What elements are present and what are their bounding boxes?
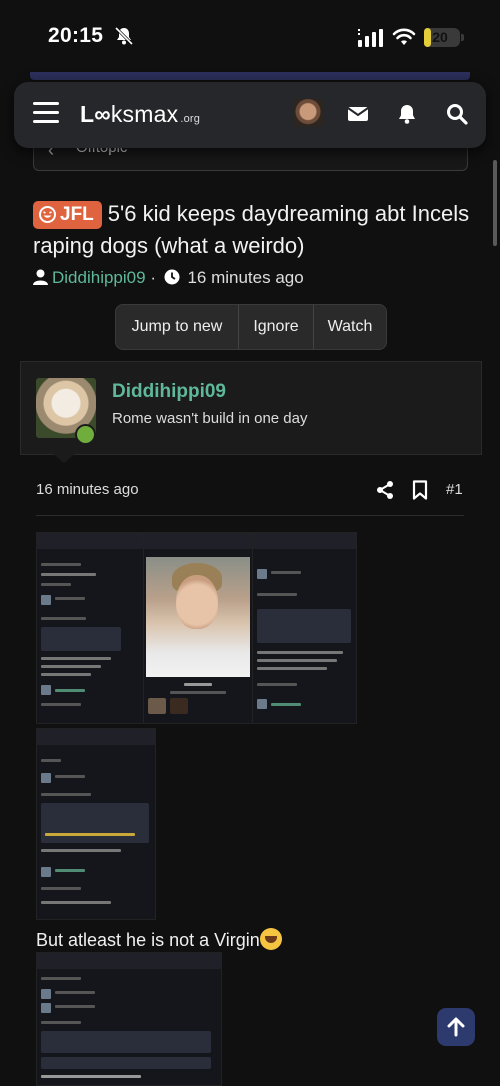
site-logo[interactable]: L∞ksmax .org <box>80 101 200 128</box>
clock-icon <box>164 269 180 285</box>
wifi-icon <box>392 28 416 45</box>
battery-nub <box>461 34 464 41</box>
post-header-notch <box>52 453 76 463</box>
post-user-title: Rome wasn't build in one day <box>112 410 308 427</box>
bookmark-icon[interactable] <box>412 480 428 500</box>
user-avatar[interactable] <box>293 99 323 127</box>
bell-muted-icon <box>114 26 134 46</box>
attachment-screenshot-2[interactable] <box>143 532 253 724</box>
status-bar: 20:15 20 <box>0 0 500 72</box>
thread-meta: Diddihippi09 · 16 minutes ago <box>33 268 304 288</box>
post-divider <box>36 515 464 516</box>
search-icon[interactable] <box>445 102 469 126</box>
post-username[interactable]: Diddihippi09 <box>112 381 226 403</box>
post-time[interactable]: 16 minutes ago <box>36 481 139 498</box>
online-indicator <box>75 424 96 445</box>
arrow-up-icon <box>447 1017 465 1037</box>
laugh-icon <box>39 206 56 223</box>
jump-to-new-button[interactable]: Jump to new <box>116 305 239 349</box>
thread-title: JFL 5'6 kid keeps daydreaming abt Incels … <box>33 198 473 262</box>
bell-icon[interactable] <box>395 102 419 126</box>
attachment-screenshot-5[interactable] <box>36 952 222 1086</box>
thread-time[interactable]: 16 minutes ago <box>187 268 303 287</box>
header-strip <box>30 72 470 80</box>
ignore-button[interactable]: Ignore <box>239 305 314 349</box>
thread-actions: Jump to new Ignore Watch <box>115 304 387 350</box>
meta-separator: · <box>150 268 156 287</box>
attachment-screenshot-3[interactable] <box>252 532 357 724</box>
scrollbar[interactable] <box>493 160 497 246</box>
post-number[interactable]: #1 <box>446 481 463 498</box>
thread-author[interactable]: Diddihippi09 <box>52 268 146 287</box>
attachment-screenshot-4[interactable] <box>36 728 156 920</box>
battery-indicator: 20 <box>424 28 460 47</box>
laughing-crying-emoji-icon <box>259 928 282 950</box>
prefix-badge[interactable]: JFL <box>33 201 102 229</box>
post-caption: But atleast he is not a Virgin <box>36 928 282 951</box>
signal-icon <box>358 29 383 47</box>
menu-icon[interactable] <box>33 102 59 124</box>
scroll-to-top-button[interactable] <box>437 1008 475 1046</box>
watch-button[interactable]: Watch <box>314 305 386 349</box>
user-icon <box>33 269 48 285</box>
post-caption-text: But atleast he is not a Virgin <box>36 930 260 950</box>
clock: 20:15 <box>48 24 104 47</box>
share-icon[interactable] <box>375 480 395 500</box>
attachment-screenshot-1[interactable] <box>36 532 144 724</box>
envelope-icon[interactable] <box>346 102 370 126</box>
